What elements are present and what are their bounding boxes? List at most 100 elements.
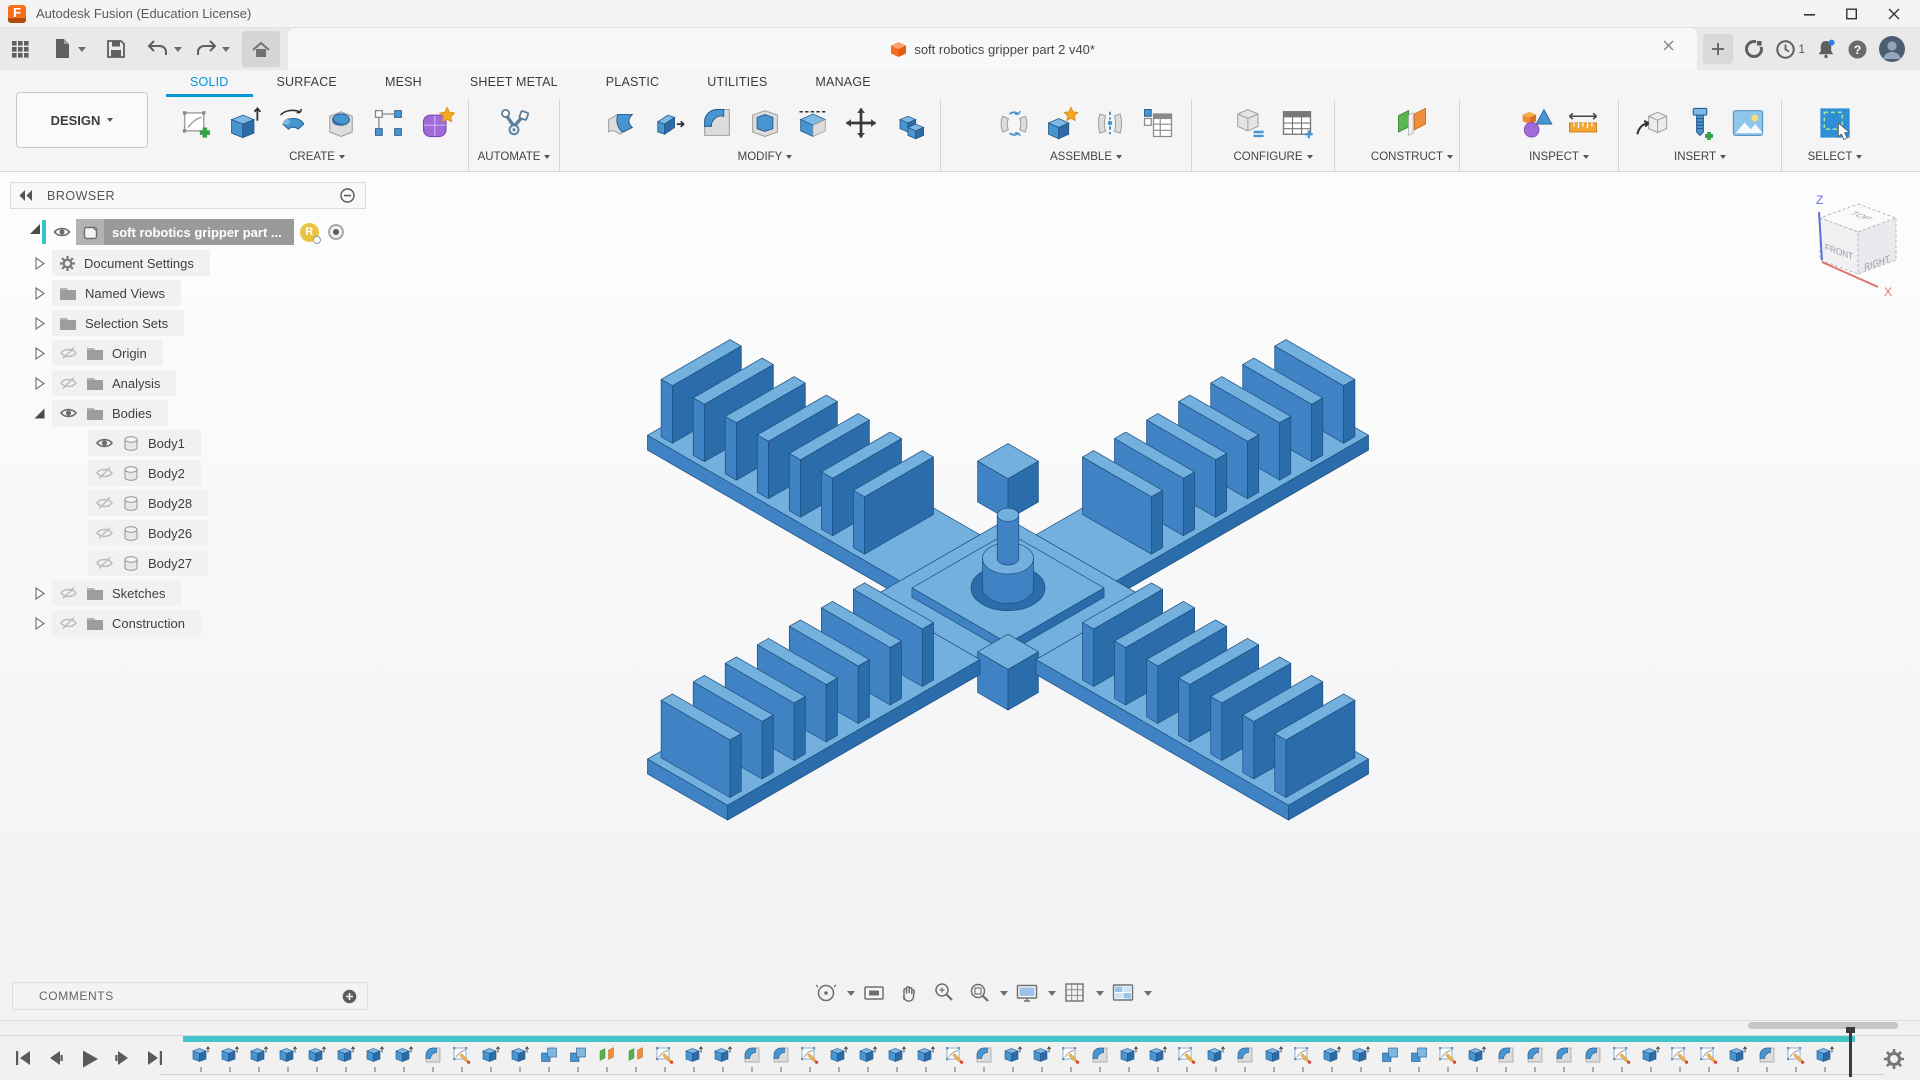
zoom-window-icon[interactable] (963, 978, 995, 1008)
timeline-feature-extrude[interactable] (331, 1045, 360, 1072)
timeline-feature-sketch[interactable] (940, 1045, 969, 1072)
file-home-button[interactable] (242, 31, 280, 67)
workspace-selector-button[interactable]: DESIGN (16, 92, 148, 148)
extensions-icon[interactable] (1743, 38, 1765, 60)
group-label-configure[interactable]: CONFIGURE (1234, 151, 1303, 163)
visibility-eye-icon[interactable] (59, 346, 78, 360)
expand-arrow-icon[interactable] (33, 406, 47, 421)
timeline-feature-extrude[interactable] (360, 1045, 389, 1072)
move-copy-tool[interactable] (840, 102, 882, 144)
timeline-feature-fillet[interactable] (737, 1045, 766, 1072)
timeline-feature-sketch[interactable] (1665, 1045, 1694, 1072)
ribbon-tab-surface[interactable]: SURFACE (253, 70, 361, 97)
timeline-feature-extrude[interactable] (853, 1045, 882, 1072)
offset-face-tool[interactable] (648, 102, 690, 144)
user-avatar[interactable] (1878, 35, 1906, 63)
timeline-feature-extrude[interactable] (1810, 1045, 1839, 1072)
job-status-clock-icon[interactable]: 1 (1775, 39, 1805, 60)
expand-arrow-icon[interactable] (33, 286, 47, 301)
expand-arrow-icon[interactable] (33, 376, 47, 391)
timeline-feature-fillet[interactable] (1085, 1045, 1114, 1072)
browser-item-origin[interactable]: Origin (10, 338, 390, 368)
timeline-feature-extrude[interactable] (679, 1045, 708, 1072)
browser-item-body27[interactable]: Body27 (10, 548, 390, 578)
file-menu-caret-icon[interactable] (78, 47, 86, 52)
orbit-caret-icon[interactable] (847, 991, 855, 996)
play-button[interactable] (78, 1049, 100, 1069)
file-menu-icon[interactable] (48, 34, 76, 64)
group-label-assemble[interactable]: ASSEMBLE (1050, 151, 1112, 163)
new-tab-button[interactable] (1703, 34, 1733, 64)
browser-item-root-component[interactable]: soft robotics gripper part ... R (10, 216, 390, 248)
create-sketch-tool[interactable] (176, 102, 218, 144)
group-label-inspect[interactable]: INSPECT (1529, 151, 1579, 163)
group-label-create[interactable]: CREATE (289, 151, 335, 163)
new-component-tool[interactable] (1041, 102, 1083, 144)
revolve-tool[interactable] (272, 102, 314, 144)
window-minimize-button[interactable] (1804, 8, 1816, 20)
visibility-eye-icon[interactable] (59, 586, 78, 600)
extrude-tool[interactable] (224, 102, 266, 144)
timeline-feature-extrude[interactable] (1259, 1045, 1288, 1072)
grid-snap-icon[interactable] (1059, 978, 1091, 1008)
browser-item-body2[interactable]: Body2 (10, 458, 390, 488)
timeline-feature-extrude[interactable] (824, 1045, 853, 1072)
display-settings-caret-icon[interactable] (1048, 991, 1056, 996)
zoom-window-caret-icon[interactable] (1000, 991, 1008, 996)
timeline-feature-sketch[interactable] (1172, 1045, 1201, 1072)
timeline-feature-fillet[interactable] (969, 1045, 998, 1072)
timeline-settings-gear-icon[interactable] (1882, 1047, 1906, 1076)
help-icon[interactable]: ? (1847, 39, 1868, 60)
root-component-label[interactable]: soft robotics gripper part ... (104, 225, 294, 240)
undo-button[interactable] (144, 34, 172, 64)
group-label-construct[interactable]: CONSTRUCT (1371, 151, 1443, 163)
expand-arrow-icon[interactable] (33, 316, 47, 331)
zoom-icon[interactable] (928, 978, 960, 1008)
construction-plane-tool[interactable] (1391, 102, 1433, 144)
shell-tool[interactable] (744, 102, 786, 144)
step-back-button[interactable] (45, 1049, 67, 1069)
fillet-tool[interactable] (696, 102, 738, 144)
timeline-feature-extrude[interactable] (1317, 1045, 1346, 1072)
activate-component-radio[interactable] (327, 223, 345, 241)
browser-minimize-icon[interactable] (340, 188, 355, 203)
window-close-button[interactable] (1888, 8, 1900, 20)
split-body-tool[interactable] (792, 102, 834, 144)
document-tab[interactable]: soft robotics gripper part 2 v40* (288, 28, 1697, 70)
timeline-feature-fillet[interactable] (1578, 1045, 1607, 1072)
timeline-feature-sketch[interactable] (1288, 1045, 1317, 1072)
browser-item-analysis[interactable]: Analysis (10, 368, 390, 398)
timeline-feature-extrude[interactable] (1143, 1045, 1172, 1072)
visibility-eye-icon[interactable] (95, 526, 114, 540)
expand-arrow-icon[interactable] (28, 222, 42, 242)
timeline-feature-extrude[interactable] (389, 1045, 418, 1072)
browser-collapse-chevrons-icon[interactable] (19, 190, 35, 201)
section-analysis-tool[interactable] (1562, 102, 1604, 144)
press-pull-tool[interactable] (600, 102, 642, 144)
timeline-feature-combine[interactable] (563, 1045, 592, 1072)
configuration-tool[interactable] (1228, 102, 1270, 144)
timeline-feature-fillet[interactable] (1549, 1045, 1578, 1072)
timeline-feature-sketch[interactable] (650, 1045, 679, 1072)
create-form-tool[interactable] (416, 102, 458, 144)
pattern-tool[interactable] (368, 102, 410, 144)
expand-arrow-icon[interactable] (33, 256, 47, 271)
ribbon-tab-mesh[interactable]: MESH (361, 70, 446, 97)
timeline-feature-sketch[interactable] (795, 1045, 824, 1072)
skip-to-end-button[interactable] (144, 1049, 166, 1069)
timeline-feature-sketch[interactable] (1694, 1045, 1723, 1072)
timeline-feature-mirror[interactable] (592, 1045, 621, 1072)
visibility-eye-icon[interactable] (59, 376, 78, 390)
timeline-feature-extrude[interactable] (1462, 1045, 1491, 1072)
browser-item-sketches[interactable]: Sketches (10, 578, 390, 608)
timeline-feature-sketch[interactable] (1433, 1045, 1462, 1072)
visibility-eye-icon[interactable] (95, 466, 114, 480)
timeline-feature-extrude[interactable] (998, 1045, 1027, 1072)
timeline-feature-extrude[interactable] (1027, 1045, 1056, 1072)
rigid-group-tool[interactable] (1137, 102, 1179, 144)
timeline-feature-combine[interactable] (1404, 1045, 1433, 1072)
viewports-icon[interactable] (1107, 978, 1139, 1008)
timeline-feature-fillet[interactable] (766, 1045, 795, 1072)
expand-arrow-icon[interactable] (33, 616, 47, 631)
combine-tool[interactable] (888, 102, 930, 144)
